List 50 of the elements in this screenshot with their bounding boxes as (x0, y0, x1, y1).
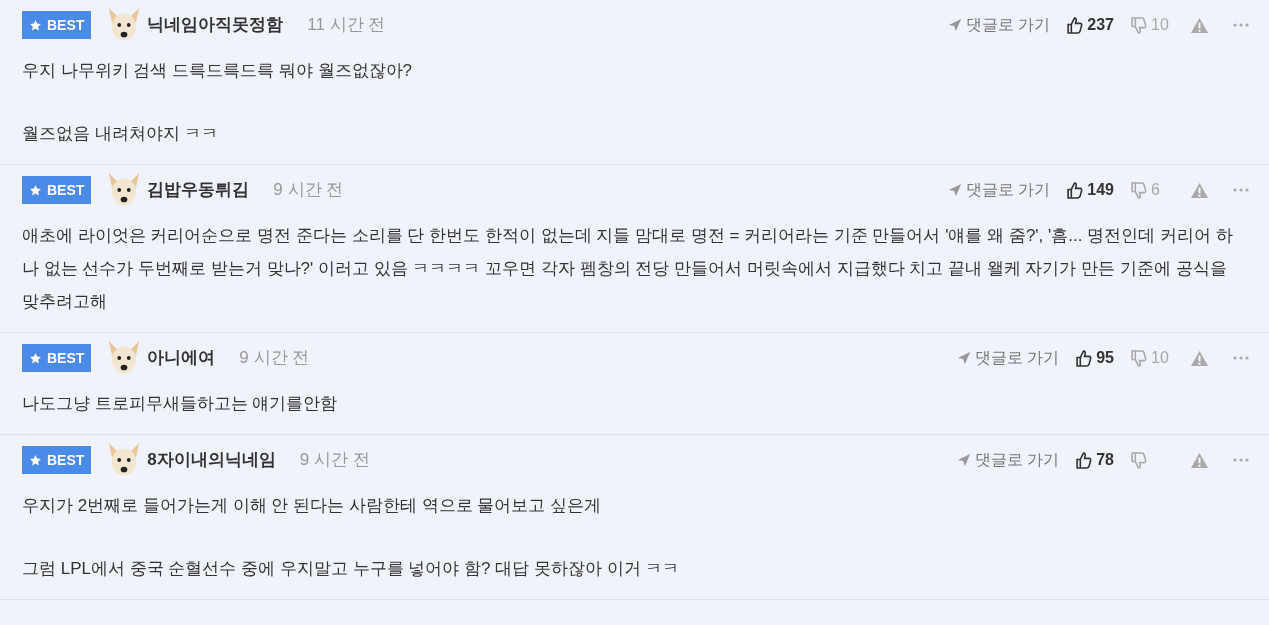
star-icon (29, 183, 42, 197)
report-button[interactable] (1190, 181, 1209, 199)
timestamp: 11 시간 전 (307, 14, 386, 37)
timestamp: 9 시간 전 (273, 179, 344, 202)
more-button[interactable] (1233, 356, 1249, 360)
thumbs-down-icon (1130, 181, 1147, 199)
thumbs-up-icon (1066, 181, 1084, 199)
thumbs-up-icon (1066, 16, 1084, 34)
thumbs-up-icon (1075, 451, 1093, 469)
goto-link[interactable]: 댓글로 가기 (956, 346, 1060, 370)
comment-text: 우지가 2번째로 들어가는게 이해 안 된다는 사람한테 역으로 물어보고 싶은게 (22, 495, 602, 517)
goto-link[interactable]: 댓글로 가기 (947, 178, 1051, 202)
report-button[interactable] (1190, 16, 1209, 34)
like-button[interactable]: 95 (1075, 346, 1114, 370)
comment-text: 월즈없음 내려쳐야지 ㅋㅋ (22, 123, 220, 145)
best-badge: BEST (22, 11, 92, 39)
arrow-icon (956, 453, 971, 467)
comment-text: 나도그냥 트로피무새들하고는 얘기를안함 (22, 393, 339, 415)
star-icon (29, 351, 42, 365)
star-icon (29, 453, 42, 467)
like-button[interactable]: 237 (1066, 13, 1114, 37)
star-icon (29, 18, 42, 32)
arrow-icon (947, 183, 962, 197)
more-button[interactable] (1233, 188, 1249, 192)
nickname[interactable]: 8자이내의닉네임 (147, 447, 276, 473)
arrow-icon (956, 351, 971, 365)
nickname[interactable]: 닉네임아직못정함 (147, 12, 284, 38)
comment-text: 그럼 LPL에서 중국 순혈선수 중에 우지말고 누구를 넣어야 함? 대답 못하잖아 이거 ㅋㅋ (22, 558, 681, 580)
goto-link[interactable]: 댓글로 가기 (956, 448, 1060, 472)
best-badge: BEST (22, 446, 92, 474)
comment-text: 우지 나무위키 검색 드륵드륵드륵 뭐야 월즈없잖아? (22, 60, 414, 82)
report-button[interactable] (1190, 451, 1209, 469)
thumbs-down-icon (1130, 349, 1147, 367)
best-badge: BEST (22, 344, 92, 372)
like-button[interactable]: 149 (1066, 178, 1114, 202)
more-button[interactable] (1233, 23, 1249, 27)
thumbs-up-icon (1075, 349, 1093, 367)
goto-link[interactable]: 댓글로 가기 (947, 13, 1051, 37)
arrow-icon (947, 18, 962, 32)
thumbs-down-icon (1130, 451, 1147, 469)
more-button[interactable] (1233, 458, 1249, 462)
report-button[interactable] (1190, 349, 1209, 367)
best-badge: BEST (22, 176, 92, 204)
comment-text: 애초에 라이엇은 커리어순으로 명전 준다는 소리를 단 한번도 한적이 없는데 지들 맘대로 명전 = 커리어라는 기준 만들어서 '얘를 왜 줌?', '흠... 명전인데 커리어 하나 없는 선수가 두번째로 받는거 맞나?' 이러고 있음 ㅋㅋㅋㅋ 꼬우면 각자 펨창의 전당 만들어서 머릿속에서 지급했다 치고 끝내 왤케 자기가 만든 기준에 공식을 맞추려고해 (22, 225, 1234, 313)
nickname[interactable]: 아니에여 (147, 345, 216, 371)
timestamp: 9 시간 전 (239, 347, 310, 370)
nickname[interactable]: 김밥우동튀김 (147, 177, 250, 203)
like-button[interactable]: 78 (1075, 448, 1114, 472)
timestamp: 9 시간 전 (299, 449, 370, 472)
thumbs-down-icon (1130, 16, 1147, 34)
